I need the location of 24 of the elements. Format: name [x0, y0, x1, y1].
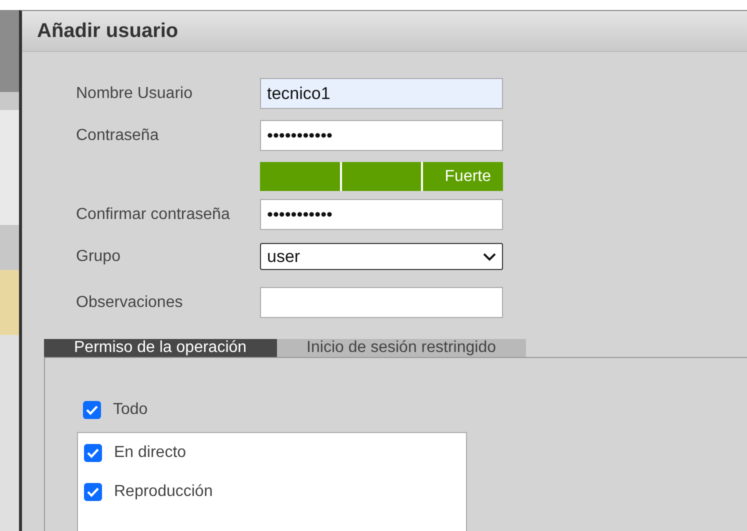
field-label: Confirmar contraseña	[76, 206, 231, 224]
input-field[interactable]: •••••••••••	[260, 120, 503, 151]
dialog-title: Añadir usuario	[37, 20, 178, 42]
checkmark-icon	[87, 448, 99, 458]
checkbox-label: En directo	[114, 444, 186, 462]
checkmark-icon	[87, 486, 99, 496]
checkbox-label: Todo	[113, 401, 148, 419]
group-dropdown[interactable]: user	[260, 243, 503, 270]
field-label: Contraseña	[76, 126, 160, 144]
tab[interactable]: Inicio de sesión restringido	[276, 339, 526, 357]
tab[interactable]: Permiso de la operación	[44, 339, 277, 357]
field-label: Observaciones	[76, 294, 184, 312]
strength-label: Fuerte	[444, 168, 492, 186]
checkbox[interactable]	[84, 444, 102, 462]
field-label: Nombre Usuario	[76, 84, 194, 102]
field-label: Grupo	[76, 248, 122, 266]
input-field[interactable]: tecnico1	[260, 78, 503, 109]
checkbox[interactable]	[83, 401, 101, 419]
checkbox-label: Reproducción	[114, 482, 213, 500]
chevron-down-icon	[483, 252, 496, 260]
input-field[interactable]	[260, 287, 503, 318]
checkmark-icon	[86, 405, 98, 415]
checkbox[interactable]	[84, 482, 102, 500]
input-field[interactable]: •••••••••••	[260, 199, 503, 230]
